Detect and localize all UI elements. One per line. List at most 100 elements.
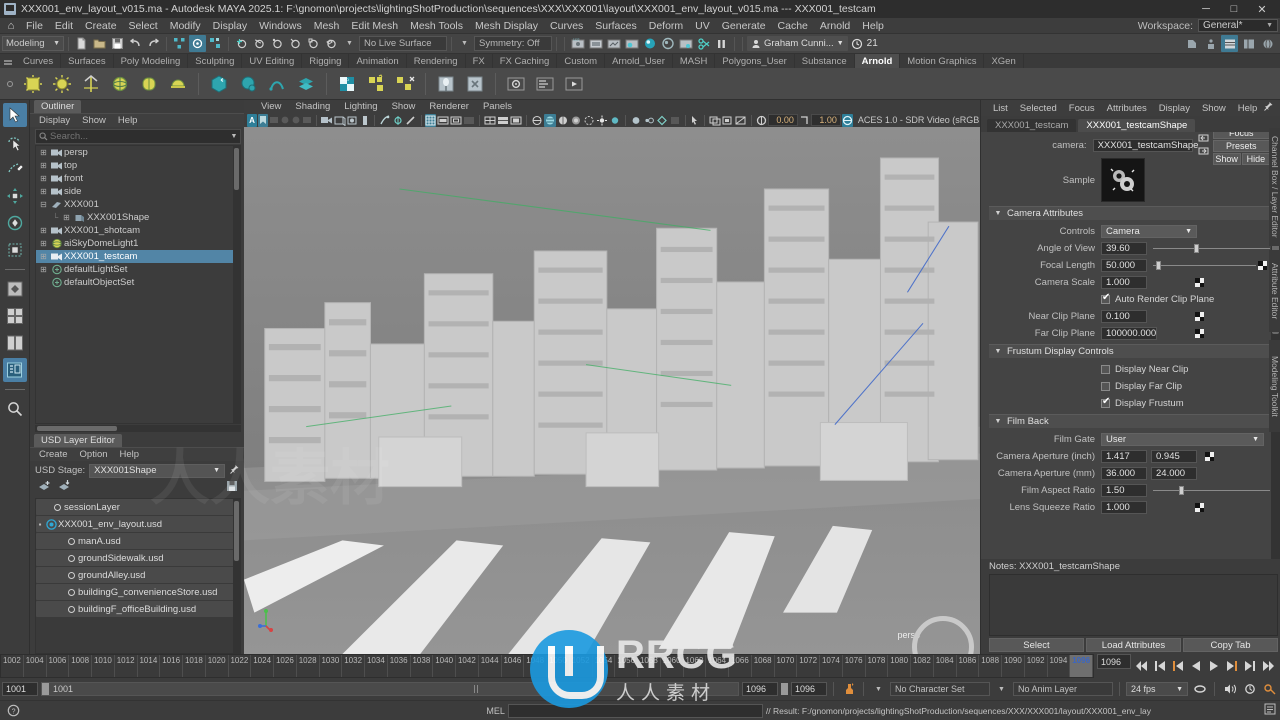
shelf-tab-sculpting[interactable]: Sculpting <box>188 54 242 68</box>
previous-node-icon[interactable] <box>1198 133 1209 145</box>
clock-icon[interactable] <box>849 35 866 52</box>
arnold-scene-source-icon[interactable] <box>293 71 319 97</box>
live-surface-field[interactable]: No Live Surface <box>359 36 447 51</box>
show-hide-tool-settings-icon[interactable] <box>1240 35 1257 52</box>
render-current-frame-icon[interactable]: 1122 <box>569 35 586 52</box>
film-gate-icon[interactable] <box>437 114 449 127</box>
time-slider-tick[interactable]: 1090 <box>1002 655 1025 677</box>
outliner-tree[interactable]: ⊞ persp ⊞ top ⊞ front ⊞ <box>35 145 241 424</box>
time-slider-tick[interactable]: 1070 <box>775 655 798 677</box>
show-hide-attribute-editor-icon[interactable] <box>1202 35 1219 52</box>
load-layer-icon[interactable] <box>58 479 72 495</box>
last-tool-icon[interactable] <box>3 277 27 301</box>
resolution-gate-icon[interactable] <box>450 114 462 127</box>
time-slider-tick[interactable]: 1018 <box>183 655 206 677</box>
next-node-icon[interactable] <box>1198 146 1209 158</box>
expand-icon[interactable]: ⊞ <box>38 148 49 157</box>
motion-blur-icon[interactable] <box>392 114 404 127</box>
time-slider-tick[interactable]: 1080 <box>888 655 911 677</box>
aperture-mm-y-field[interactable]: 24.000 <box>1151 467 1197 480</box>
shelf-tab-custom[interactable]: Custom <box>557 54 605 68</box>
select-object-icon[interactable] <box>189 35 206 52</box>
outliner-item-xxx001[interactable]: ⊟ XXX001 <box>36 198 240 211</box>
menu-generate[interactable]: Generate <box>716 18 772 34</box>
shadows-icon[interactable] <box>360 114 370 127</box>
arnold-flat-icon[interactable]: STD <box>334 71 360 97</box>
go-to-start-icon[interactable] <box>1134 657 1150 675</box>
gate-3-icon[interactable] <box>291 114 301 127</box>
arnold-standin-icon[interactable] <box>206 71 232 97</box>
arnold-volume-icon[interactable] <box>235 71 261 97</box>
time-slider-tick[interactable]: 1062 <box>684 655 707 677</box>
usd-layer-editor-tab[interactable]: USD Layer Editor <box>30 434 244 447</box>
ae-menu-help[interactable]: Help <box>1232 103 1264 114</box>
time-slider-track[interactable]: 1002100410061008101010121014101610181020… <box>0 654 1094 678</box>
menu-help[interactable]: Help <box>856 18 890 34</box>
time-slider-tick[interactable]: 1034 <box>365 655 388 677</box>
symmetry-field[interactable]: Symmetry: Off <box>474 36 552 51</box>
two-sided-lighting-icon[interactable] <box>334 114 346 127</box>
time-slider-tick[interactable]: 1030 <box>320 655 343 677</box>
script-editor-icon[interactable] <box>1264 703 1280 718</box>
expression-indicator-icon[interactable] <box>1195 503 1204 512</box>
snap-grid-icon[interactable] <box>233 35 250 52</box>
shelf-tab-surfaces[interactable]: Surfaces <box>61 54 114 68</box>
animation-preferences-icon[interactable] <box>1241 681 1258 698</box>
workspace-selector[interactable]: General* ▼ <box>1198 19 1278 32</box>
open-scene-icon[interactable] <box>91 35 108 52</box>
arnold-light-blocker-icon[interactable] <box>462 71 488 97</box>
add-layer-icon[interactable] <box>38 479 52 495</box>
symmetry-chevron-icon[interactable]: ▼ <box>456 35 473 52</box>
viewport-menu-renderer[interactable]: Renderer <box>422 101 476 112</box>
time-slider-tick[interactable]: 1042 <box>456 655 479 677</box>
ao-icon[interactable] <box>379 114 391 127</box>
arnold-photometric-light-icon[interactable] <box>165 71 191 97</box>
maximize-button[interactable]: □ <box>1220 0 1248 18</box>
arnold-skydome-light-icon[interactable] <box>107 71 133 97</box>
expand-icon[interactable]: ⊞ <box>38 226 49 235</box>
outliner-horizontal-scrollbar[interactable] <box>35 425 241 432</box>
time-slider-tick[interactable]: 1084 <box>934 655 957 677</box>
aperture-mm-x-field[interactable]: 36.000 <box>1101 467 1147 480</box>
menu-surfaces[interactable]: Surfaces <box>589 18 642 34</box>
range-slider[interactable]: 1001 <box>41 682 739 696</box>
menu-select[interactable]: Select <box>123 18 164 34</box>
arnold-distant-light-icon[interactable] <box>78 71 104 97</box>
expand-icon[interactable]: ⊞ <box>38 252 49 261</box>
time-slider-tick[interactable]: 1078 <box>866 655 889 677</box>
scale-tool-icon[interactable] <box>3 238 27 262</box>
outliner-item-xxx001-testcam[interactable]: ⊞ XXX001_testcam <box>36 250 240 263</box>
default-light-icon[interactable] <box>596 114 608 127</box>
four-pane-layout-icon[interactable] <box>3 358 27 382</box>
camera-view-icon[interactable] <box>321 114 333 127</box>
render-view-icon[interactable] <box>659 35 676 52</box>
display-near-clip-checkbox[interactable] <box>1101 365 1110 374</box>
range-grip-handle[interactable] <box>474 685 480 693</box>
time-slider-tick[interactable]: 1006 <box>47 655 70 677</box>
arnold-assign-shader-icon[interactable] <box>363 71 389 97</box>
side-tab-modeling-toolkit[interactable]: Modeling Toolkit <box>1269 340 1280 432</box>
gate-1-icon[interactable] <box>269 114 279 127</box>
step-back-key-icon[interactable] <box>1152 657 1168 675</box>
time-slider-tick[interactable]: 1052 <box>570 655 593 677</box>
time-slider-tick[interactable]: 1056 <box>615 655 638 677</box>
collapse-icon[interactable]: ▪ <box>36 520 44 529</box>
go-to-end-icon[interactable] <box>1260 657 1276 675</box>
time-slider-tick[interactable]: 1092 <box>1025 655 1048 677</box>
outliner-item-defaultobjectset[interactable]: defaultObjectSet <box>36 276 240 289</box>
show-hide-outliner-icon[interactable] <box>1183 35 1200 52</box>
gamma-icon[interactable] <box>799 114 810 127</box>
film-gate-dropdown[interactable]: User ▼ <box>1101 433 1264 446</box>
section-frustum-display-controls[interactable]: ▼ Frustum Display Controls <box>989 344 1270 358</box>
shadow-pass-icon[interactable] <box>570 114 582 127</box>
smooth-shade-icon[interactable] <box>531 114 543 127</box>
home-icon[interactable]: ⌂ <box>2 20 20 32</box>
collapse-icon[interactable]: ⊟ <box>38 200 49 209</box>
snap-projected-icon[interactable] <box>287 35 304 52</box>
expand-icon[interactable]: ⊞ <box>38 187 49 196</box>
usd-layer-buildingf[interactable]: buildingF_officeBuilding.usd <box>36 601 240 617</box>
current-frame-field[interactable]: 1096 <box>1097 654 1131 669</box>
focus-button[interactable]: Focus <box>1213 132 1270 139</box>
no-xray-icon[interactable] <box>735 114 747 127</box>
isolate-select-icon[interactable] <box>656 114 668 127</box>
